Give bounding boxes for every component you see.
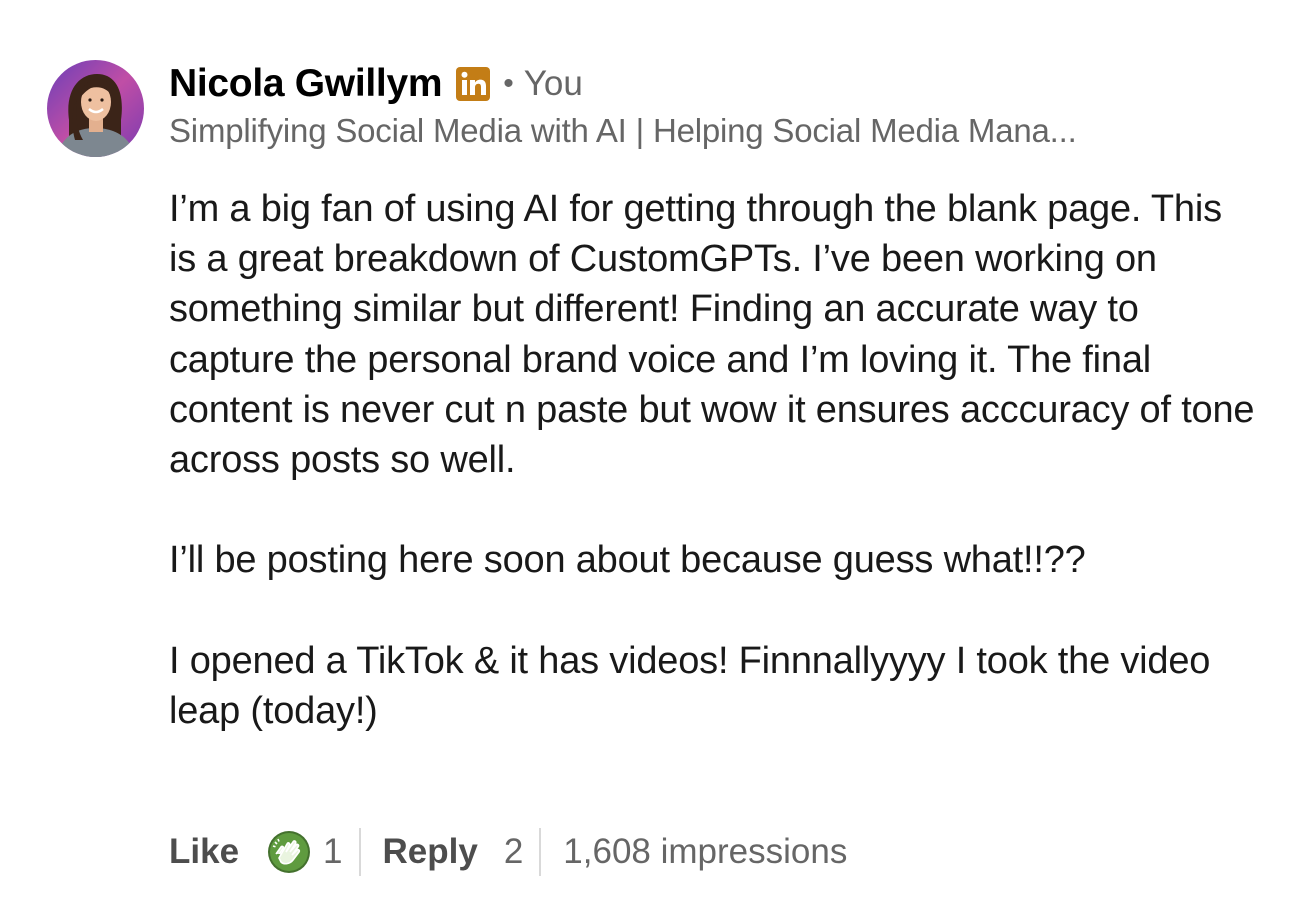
separator-dot: • [503,67,514,100]
reply-count[interactable]: 2 [504,832,523,872]
author-row: Nicola Gwillym • You [169,60,1249,108]
action-divider [539,828,542,876]
like-button[interactable]: Like [169,832,239,872]
comment-actions: Like 1 Reply 2 1,608 impressions [169,826,847,878]
avatar-image [47,60,144,157]
avatar[interactable] [47,60,144,157]
comment-paragraph: I’m a big fan of using AI for getting th… [169,188,1265,482]
reply-button[interactable]: Reply [383,832,478,872]
celebrate-clap-icon[interactable] [267,830,311,874]
reaction-count[interactable]: 1 [323,832,342,872]
comment-paragraph: I’ll be posting here soon about because … [169,539,1086,582]
comment-paragraph: I opened a TikTok & it has videos! Finnn… [169,639,1221,732]
comment-card: Nicola Gwillym • You Simplifying Social … [0,0,1290,900]
comment-body: I’m a big fan of using AI for getting th… [169,184,1259,736]
relation-label: You [523,64,583,103]
impressions-count[interactable]: 1,608 impressions [563,832,847,872]
action-divider [358,828,361,876]
author-headline: Simplifying Social Media with AI | Helpi… [169,112,1077,149]
linkedin-premium-icon [456,67,491,101]
author-name[interactable]: Nicola Gwillym [169,62,443,106]
comment-header: Nicola Gwillym • You Simplifying Social … [169,60,1249,150]
